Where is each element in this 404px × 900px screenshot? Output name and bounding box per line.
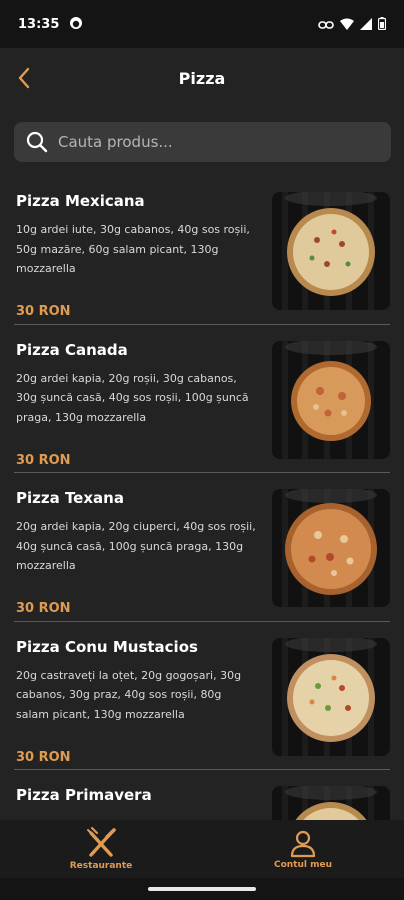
product-image[interactable] (272, 340, 390, 459)
product-price: 30 RON (16, 749, 71, 765)
wifi-icon (340, 15, 354, 34)
product-image[interactable] (272, 489, 390, 607)
nav-label: Contul meu (273, 860, 332, 870)
nav-item-account[interactable]: Contul meu (202, 820, 404, 878)
product-description: 20g castraveți la oțet, 20g gogoșari, 30… (16, 668, 242, 721)
product-item[interactable]: Pizza Conu Mustacios 20g castraveți la o… (14, 622, 390, 770)
product-name: Pizza Canada (16, 340, 128, 359)
battery-icon (377, 15, 387, 34)
product-price: 30 RON (16, 304, 71, 319)
search-bar[interactable] (14, 122, 391, 162)
app-header: Pizza (0, 48, 404, 108)
status-time: 13:35 (18, 16, 60, 32)
product-image[interactable] (272, 786, 390, 820)
product-name: Pizza Mexicana (16, 192, 145, 210)
home-indicator[interactable] (148, 887, 256, 891)
search-input[interactable] (58, 133, 358, 151)
app-notification-icon (69, 15, 83, 34)
product-price: 30 RON (16, 601, 71, 616)
gesture-bar (0, 878, 404, 900)
product-price: 30 RON (16, 452, 71, 468)
product-item[interactable]: Pizza Mexicana 10g ardei iute, 30g caban… (14, 176, 390, 325)
link-icon (318, 15, 334, 34)
product-description: 20g ardei kapia, 20g roșii, 30g cabanos,… (16, 371, 249, 424)
signal-icon (360, 15, 372, 34)
product-description: 20g ardei kapia, 20g ciuperci, 40g sos r… (16, 520, 256, 572)
product-list: Pizza Mexicana 10g ardei iute, 30g caban… (0, 176, 404, 820)
product-item[interactable]: Pizza Texana 20g ardei kapia, 20g ciuper… (14, 473, 390, 622)
nav-item-restaurants[interactable]: Restaurante (0, 820, 202, 878)
bottom-nav: Restaurante Contul meu (0, 820, 404, 878)
product-name: Pizza Primavera (16, 786, 152, 804)
chevron-left-icon (18, 67, 30, 89)
search-icon (26, 131, 48, 153)
back-button[interactable] (6, 60, 42, 96)
product-name: Pizza Conu Mustacios (16, 637, 198, 656)
user-icon (290, 830, 316, 858)
page-title: Pizza (178, 68, 226, 88)
product-item[interactable]: Pizza Canada 20g ardei kapia, 20g roșii,… (14, 325, 390, 473)
product-item[interactable]: Pizza Primavera (14, 770, 390, 820)
product-image[interactable] (272, 192, 390, 310)
fork-knife-icon (87, 827, 116, 857)
product-name: Pizza Texana (16, 489, 124, 507)
status-bar: 13:35 (0, 0, 404, 48)
product-description: 10g ardei iute, 30g cabanos, 40g sos roș… (16, 223, 250, 275)
product-image[interactable] (272, 637, 390, 756)
nav-label: Restaurante (69, 861, 133, 871)
